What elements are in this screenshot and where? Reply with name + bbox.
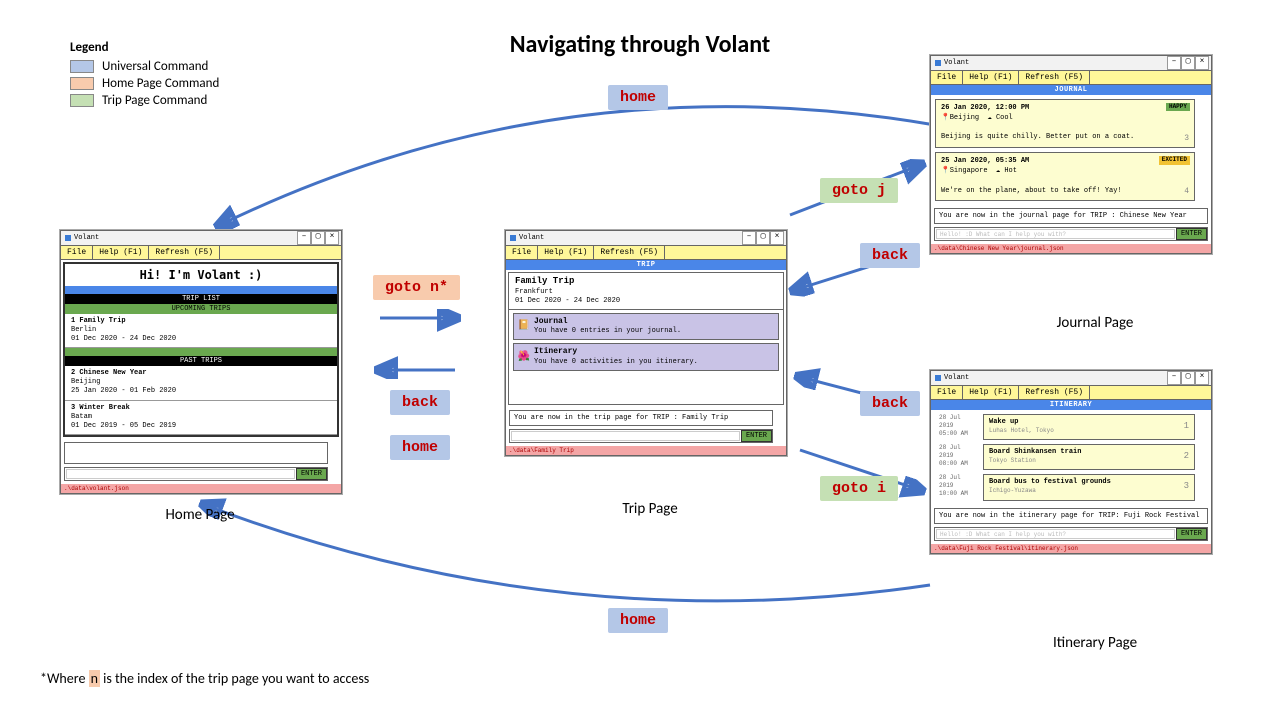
- command-input[interactable]: [511, 431, 740, 441]
- close-icon[interactable]: ×: [1195, 56, 1209, 70]
- cmd-goto-i: goto i: [820, 476, 898, 501]
- path-bar: .\data\Chinese New Year\journal.json: [931, 244, 1211, 253]
- trip-row[interactable]: 3 Winter BreakBatam01 Dec 2019 - 05 Dec …: [65, 401, 337, 435]
- home-greeting: Hi! I'm Volant :): [65, 264, 337, 286]
- itinerary-row[interactable]: 28 Jul 201908:00 AM Board Shinkansen tra…: [939, 444, 1195, 470]
- menu-help[interactable]: Help (F1): [538, 246, 594, 259]
- trip-list-header: TRIP LIST: [65, 294, 337, 304]
- trip-row[interactable]: 2 Chinese New YearBeijing25 Jan 2020 - 0…: [65, 366, 337, 400]
- enter-button[interactable]: ENTER: [1176, 528, 1207, 540]
- command-input-row: ENTER: [509, 429, 773, 443]
- menu-refresh[interactable]: Refresh (F5): [1019, 386, 1090, 399]
- itinerary-window: Volant –▢× File Help (F1) Refresh (F5) I…: [930, 370, 1212, 554]
- titlebar: Volant –▢×: [931, 371, 1211, 386]
- itinerary-icon: 🌺: [518, 351, 530, 363]
- journal-tab: JOURNAL: [931, 85, 1211, 95]
- command-input-row: ENTER: [64, 467, 328, 481]
- legend-item-universal: Universal Command: [70, 59, 219, 74]
- path-bar: .\data\Family Trip: [506, 446, 786, 455]
- path-bar: .\data\Fuji Rock Festival\itinerary.json: [931, 544, 1211, 553]
- itinerary-row[interactable]: 28 Jul 201905:00 AM Wake upLuhas Hotel, …: [939, 414, 1195, 440]
- min-icon[interactable]: –: [1167, 56, 1181, 70]
- cmd-home-mid: home: [390, 435, 450, 460]
- trip-row[interactable]: 1 Family TripBerlin01 Dec 2020 - 24 Dec …: [65, 314, 337, 348]
- cmd-goto-j: goto j: [820, 178, 898, 203]
- menu-file[interactable]: File: [931, 386, 963, 399]
- menubar: File Help (F1) Refresh (F5): [931, 71, 1211, 85]
- home-window: Volant –▢× File Help (F1) Refresh (F5) H…: [60, 230, 342, 494]
- menubar: File Help (F1) Refresh (F5): [506, 246, 786, 260]
- status-box: [64, 442, 328, 464]
- cmd-goto-n: goto n*: [373, 275, 460, 300]
- menu-refresh[interactable]: Refresh (F5): [149, 246, 220, 259]
- close-icon[interactable]: ×: [770, 231, 784, 245]
- journal-entry[interactable]: HAPPY 26 Jan 2020, 12:00 PM 📍Beijing ☁ C…: [935, 99, 1195, 148]
- titlebar: Volant –▢×: [506, 231, 786, 246]
- path-bar: .\data\volant.json: [61, 484, 341, 493]
- status-box: You are now in the itinerary page for TR…: [934, 508, 1208, 524]
- menu-file[interactable]: File: [61, 246, 93, 259]
- status-box: You are now in the trip page for TRIP : …: [509, 410, 773, 426]
- menu-file[interactable]: File: [506, 246, 538, 259]
- cmd-home-bottom: home: [608, 608, 668, 633]
- caption-trip-page: Trip Page: [590, 500, 710, 518]
- close-icon[interactable]: ×: [1195, 371, 1209, 385]
- enter-button[interactable]: ENTER: [741, 430, 772, 442]
- footnote: *Where n is the index of the trip page y…: [40, 670, 369, 687]
- command-input-row: Hello! :D What can I help you with? ENTE…: [934, 227, 1208, 241]
- legend-heading: Legend: [70, 40, 219, 55]
- journal-entry[interactable]: EXCITED 25 Jan 2020, 05:35 AM 📍Singapore…: [935, 152, 1195, 201]
- legend-item-home: Home Page Command: [70, 76, 219, 91]
- max-icon[interactable]: ▢: [311, 231, 325, 245]
- legend-item-trip: Trip Page Command: [70, 93, 219, 108]
- menu-help[interactable]: Help (F1): [93, 246, 149, 259]
- cmd-back-itin: back: [860, 391, 920, 416]
- trip-window: Volant –▢× File Help (F1) Refresh (F5) T…: [505, 230, 787, 456]
- menubar: File Help (F1) Refresh (F5): [61, 246, 341, 260]
- legend: Legend Universal Command Home Page Comma…: [70, 40, 219, 110]
- min-icon[interactable]: –: [742, 231, 756, 245]
- menu-help[interactable]: Help (F1): [963, 71, 1019, 84]
- close-icon[interactable]: ×: [325, 231, 339, 245]
- caption-journal-page: Journal Page: [1025, 314, 1165, 332]
- max-icon[interactable]: ▢: [1181, 371, 1195, 385]
- cmd-back-journal: back: [860, 243, 920, 268]
- caption-itin-page: Itinerary Page: [1025, 634, 1165, 652]
- cmd-home-top: home: [608, 85, 668, 110]
- caption-home-page: Home Page: [130, 506, 270, 524]
- menu-refresh[interactable]: Refresh (F5): [594, 246, 665, 259]
- command-input[interactable]: Hello! :D What can I help you with?: [936, 529, 1175, 539]
- command-input[interactable]: Hello! :D What can I help you with?: [936, 229, 1175, 239]
- past-header: PAST TRIPS: [65, 356, 337, 366]
- max-icon[interactable]: ▢: [756, 231, 770, 245]
- status-box: You are now in the journal page for TRIP…: [934, 208, 1208, 224]
- max-icon[interactable]: ▢: [1181, 56, 1195, 70]
- journal-window: Volant –▢× File Help (F1) Refresh (F5) J…: [930, 55, 1212, 254]
- min-icon[interactable]: –: [297, 231, 311, 245]
- itinerary-card[interactable]: 🌺 ItineraryYou have 0 activities in you …: [513, 343, 779, 370]
- menu-file[interactable]: File: [931, 71, 963, 84]
- menu-help[interactable]: Help (F1): [963, 386, 1019, 399]
- command-input-row: Hello! :D What can I help you with? ENTE…: [934, 527, 1208, 541]
- enter-button[interactable]: ENTER: [296, 468, 327, 480]
- titlebar: Volant –▢×: [61, 231, 341, 246]
- itinerary-row[interactable]: 28 Jul 201910:00 AM Board bus to festiva…: [939, 474, 1195, 500]
- upcoming-header: UPCOMING TRIPS: [65, 304, 337, 314]
- min-icon[interactable]: –: [1167, 371, 1181, 385]
- journal-icon: 📔: [518, 321, 530, 333]
- menubar: File Help (F1) Refresh (F5): [931, 386, 1211, 400]
- menu-refresh[interactable]: Refresh (F5): [1019, 71, 1090, 84]
- titlebar: Volant –▢×: [931, 56, 1211, 71]
- journal-card[interactable]: 📔 JournalYou have 0 entries in your jour…: [513, 313, 779, 340]
- enter-button[interactable]: ENTER: [1176, 228, 1207, 240]
- itinerary-tab: ITINERARY: [931, 400, 1211, 410]
- cmd-back-trip-home: back: [390, 390, 450, 415]
- command-input[interactable]: [66, 469, 295, 479]
- trip-tab: TRIP: [506, 260, 786, 270]
